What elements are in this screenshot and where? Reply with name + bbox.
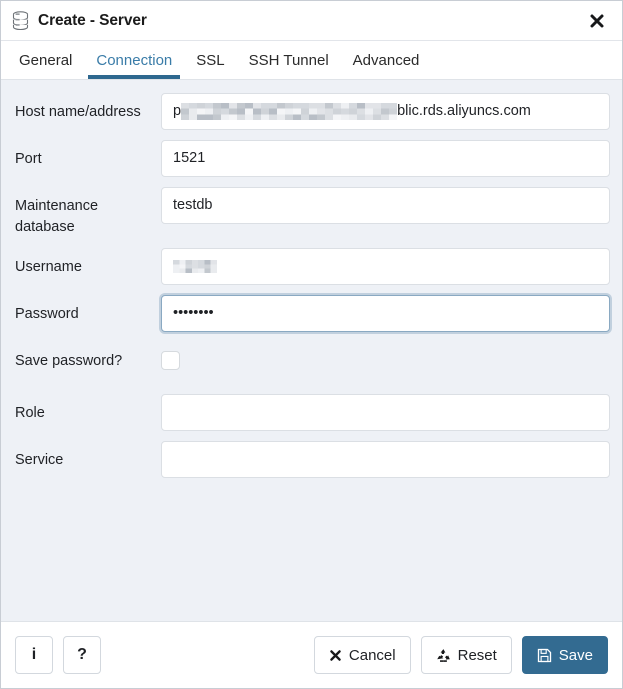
port-label: Port	[15, 151, 42, 167]
host-label: Host name/address	[15, 104, 141, 120]
save-password-control	[161, 342, 610, 370]
dialog-footer: i ? Cancel Reset Save	[1, 621, 622, 688]
maintenance-database-input[interactable]: testdb	[161, 187, 610, 224]
tab-ssh-tunnel-label: SSH Tunnel	[248, 51, 329, 69]
save-label: Save	[558, 646, 593, 664]
help-button[interactable]: ?	[63, 636, 101, 674]
password-value: ••••••••	[173, 305, 214, 321]
host-value-suffix: blic.rds.aliyuncs.com	[397, 103, 531, 119]
tab-ssl-label: SSL	[196, 51, 225, 69]
save-button[interactable]: Save	[521, 636, 608, 674]
cancel-button[interactable]: Cancel	[313, 636, 411, 674]
tab-connection-label: Connection	[96, 51, 173, 69]
tab-connection[interactable]: Connection	[84, 41, 184, 79]
reset-label: Reset	[457, 646, 497, 664]
server-database-icon	[12, 11, 29, 31]
host-value-prefix: p	[173, 103, 182, 119]
dialog-title: Create - Server	[38, 11, 147, 29]
save-password-checkbox[interactable]	[161, 351, 180, 370]
tab-ssl[interactable]: SSL	[184, 41, 236, 79]
tab-advanced[interactable]: Advanced	[341, 41, 432, 79]
maintenance-database-value: testdb	[173, 197, 213, 213]
field-row-maintenance-database: Maintenance database testdb	[13, 187, 610, 238]
maintenance-database-label: Maintenance database	[15, 198, 99, 235]
username-value-redaction	[173, 260, 217, 273]
field-row-username: Username	[13, 248, 610, 285]
password-label: Password	[15, 306, 79, 322]
recycle-icon	[436, 648, 451, 663]
save-password-label: Save password?	[15, 353, 123, 369]
info-button[interactable]: i	[15, 636, 53, 674]
port-value: 1521	[173, 150, 206, 166]
field-row-port: Port 1521	[13, 140, 610, 177]
password-control: ••••••••	[161, 295, 610, 332]
reset-button[interactable]: Reset	[420, 636, 512, 674]
field-row-host: Host name/address p blic.rds.aliyuncs.co…	[13, 93, 610, 130]
host-control: p blic.rds.aliyuncs.com	[161, 93, 610, 130]
role-control	[161, 394, 610, 431]
role-input[interactable]	[161, 394, 610, 431]
footer-actions: Cancel Reset Save	[313, 636, 608, 674]
tab-general[interactable]: General	[7, 41, 84, 79]
close-icon[interactable]	[584, 8, 610, 34]
question-mark-icon: ?	[77, 646, 87, 663]
field-row-save-password: Save password?	[13, 342, 610, 372]
dialog-tabs: General Connection SSL SSH Tunnel Advanc…	[1, 41, 622, 80]
dialog-titlebar: Create - Server	[1, 1, 622, 41]
password-input[interactable]: ••••••••	[161, 295, 610, 332]
maintenance-database-control: testdb	[161, 187, 610, 224]
username-control	[161, 248, 610, 285]
cancel-label: Cancel	[348, 646, 396, 664]
port-input[interactable]: 1521	[161, 140, 610, 177]
username-input[interactable]	[161, 248, 610, 285]
username-label: Username	[15, 259, 82, 275]
floppy-disk-icon	[537, 648, 552, 663]
service-label: Service	[15, 452, 64, 468]
role-label: Role	[15, 405, 45, 421]
create-server-dialog: Create - Server General Connection SSL S…	[0, 0, 623, 689]
connection-form: Host name/address p blic.rds.aliyuncs.co…	[1, 80, 622, 621]
port-control: 1521	[161, 140, 610, 177]
field-row-service: Service	[13, 441, 610, 478]
host-value-redaction	[181, 102, 398, 121]
tab-ssh-tunnel[interactable]: SSH Tunnel	[237, 41, 341, 79]
info-icon: i	[31, 646, 37, 663]
tab-general-label: General	[19, 51, 73, 69]
field-row-password: Password ••••••••	[13, 295, 610, 332]
service-input[interactable]	[161, 441, 610, 478]
field-row-role: Role	[13, 394, 610, 431]
service-control	[161, 441, 610, 478]
tab-advanced-label: Advanced	[352, 51, 420, 69]
close-x-icon	[329, 649, 342, 662]
host-input[interactable]: p blic.rds.aliyuncs.com	[161, 93, 610, 130]
